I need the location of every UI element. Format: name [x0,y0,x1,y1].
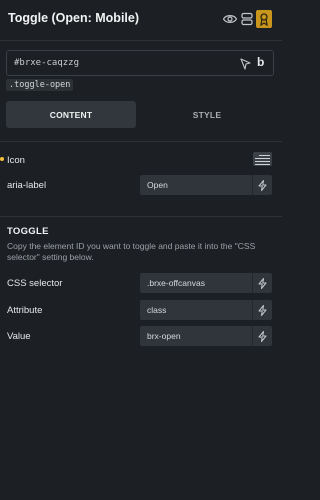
value-value: brx-open [147,331,181,341]
section-divider [0,216,282,217]
icon-label: Icon [7,155,25,166]
css-selector-input[interactable]: .brxe-offcanvas [140,273,272,293]
icon-picker[interactable] [253,152,272,166]
layers-icon[interactable] [239,11,255,27]
aria-label-value: Open [147,180,168,190]
class-tag[interactable]: .toggle-open [6,79,74,91]
dynamic-data-icon[interactable] [252,326,272,346]
tab-style[interactable]: STYLE [142,101,272,128]
element-id-field[interactable]: #brxe-caqzzg b [6,50,274,76]
aria-label-input[interactable]: Open [140,175,272,195]
header-divider [0,40,282,41]
dynamic-data-icon[interactable] [252,175,272,195]
changed-indicator-dot [0,157,4,161]
bold-b-icon[interactable]: b [257,55,264,69]
badge-icon[interactable] [256,10,272,28]
css-selector-label: CSS selector [7,278,63,289]
cursor-icon[interactable] [240,57,251,75]
eye-icon[interactable] [222,11,238,27]
tab-content[interactable]: CONTENT [6,101,136,128]
dynamic-data-icon[interactable] [252,273,272,293]
value-label: Value [7,331,31,342]
value-input[interactable]: brx-open [140,326,272,346]
attribute-label: Attribute [7,305,43,316]
aria-label-label: aria-label [7,180,47,191]
css-selector-value: .brxe-offcanvas [147,278,205,288]
panel-header: Toggle (Open: Mobile) [0,0,282,40]
element-id-text: #brxe-caqzzg [14,58,80,68]
toggle-section-title: TOGGLE [7,226,49,237]
attribute-input[interactable]: class [140,300,272,320]
attribute-value: class [147,305,167,315]
tabs-divider [0,141,282,142]
dynamic-data-icon[interactable] [252,300,272,320]
toggle-section-description: Copy the element ID you want to toggle a… [7,241,256,262]
panel-title: Toggle (Open: Mobile) [8,11,139,25]
